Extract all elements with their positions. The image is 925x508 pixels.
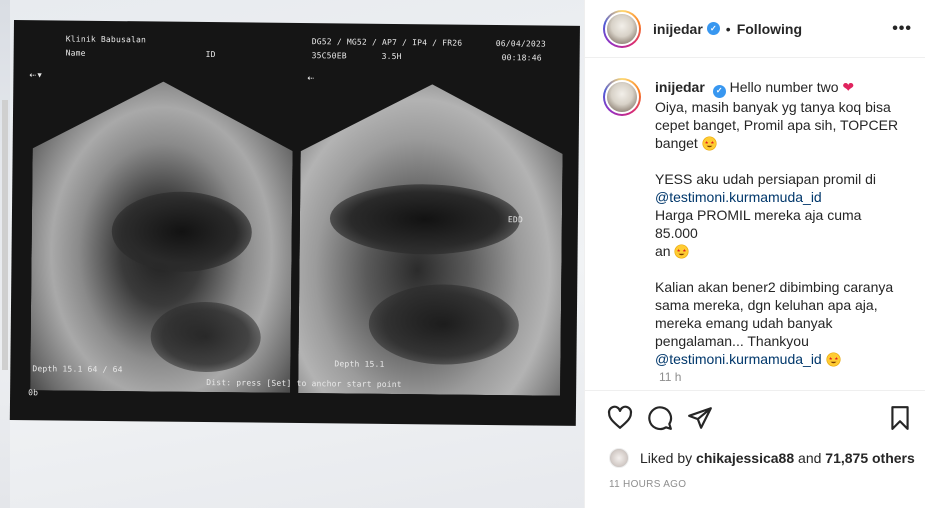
heart-outline-icon[interactable] [607, 405, 633, 431]
overlay-edd: EDD [507, 215, 524, 225]
caption-text: inijedar ✓ Hello number two ❤ Oiya, masi… [655, 78, 905, 368]
caption-line: sama mereka, dgn keluhan apa aja, [655, 296, 878, 313]
caption-line: Kalian akan bener2 dibimbing caranya [655, 278, 894, 295]
star-struck-emoji-icon: ★ ★ [826, 351, 841, 367]
following-button[interactable]: Following [737, 21, 802, 37]
overlay-name-label: Name [65, 48, 86, 58]
overlay-depth-left: Depth 15.1 64 / 64 [32, 364, 123, 375]
arrow-marker-icon: ⇠▾ [29, 68, 44, 82]
overlay-corner: 0b [28, 388, 39, 398]
more-options-icon[interactable]: ••• [892, 20, 912, 38]
star-struck-emoji-icon: ★ ★ [702, 135, 717, 151]
post-header: inijedar ✓ • Following ••• [585, 0, 925, 58]
scan-cavity [150, 301, 261, 372]
mention-link[interactable]: @testimoni.kurmamuda_id [655, 188, 905, 206]
author-username[interactable]: inijedar [653, 21, 703, 37]
dot-separator: • [725, 20, 731, 37]
ultrasound-print: Klinik Babusalan Name ID DG52 / MG52 / A… [9, 20, 580, 426]
liker-username[interactable]: chikajessica88 [696, 450, 794, 466]
liker-avatar[interactable] [609, 448, 629, 468]
paper-edge [2, 100, 8, 370]
paper-plane-icon[interactable] [687, 405, 713, 431]
verified-badge-icon: ✓ [706, 22, 720, 35]
overlay-depth-value: 3.5H [381, 51, 402, 62]
scan-cavity [111, 191, 252, 272]
likes-prefix: Liked by [640, 450, 693, 466]
post-media[interactable]: Klinik Babusalan Name ID DG52 / MG52 / A… [0, 0, 584, 508]
author-avatar[interactable] [603, 9, 641, 48]
ultrasound-scan-left [30, 80, 293, 393]
scan-cavity [330, 183, 521, 255]
overlay-id-label: ID [205, 50, 216, 60]
overlay-time: 00:18:46 [501, 53, 542, 63]
likes-summary: Liked by chikajessica88 and 71,875 other… [609, 448, 915, 468]
overlay-depth-right: Depth 15.1 [334, 359, 385, 369]
verified-badge-icon: ✓ [712, 84, 726, 98]
caption-username[interactable]: inijedar [655, 79, 705, 95]
mention-link[interactable]: @testimoni.kurmamuda_id [655, 351, 822, 367]
overlay-params: DG52 / MG52 / AP7 / IP4 / FR26 [311, 37, 463, 48]
caption-line: YESS aku udah persiapan promil di [655, 170, 877, 187]
caption-avatar[interactable] [603, 78, 641, 116]
scan-cavity [368, 284, 519, 366]
ultrasound-scan-right [298, 83, 563, 396]
bookmark-icon[interactable] [887, 405, 913, 431]
likes-count[interactable]: 71,875 others [825, 450, 915, 466]
arrow-marker-icon: ⇠ [307, 71, 315, 85]
caption-line: Oiya, masih banyak yg tanya koq bisa [655, 98, 891, 115]
action-bar [585, 390, 925, 446]
caption-age[interactable]: 11 h [659, 370, 681, 384]
caption-line: pengalaman... Thankyou [655, 332, 809, 349]
caption-line: Harga PROMIL mereka aja cuma 85.000 [655, 206, 862, 241]
caption: inijedar ✓ Hello number two ❤ Oiya, masi… [603, 78, 913, 368]
caption-line: banget [655, 134, 698, 151]
caption-line: Hello number two [729, 79, 839, 95]
caption-line: cepet banget, Promil apa sih, TOPCER [655, 116, 899, 133]
post-panel: inijedar ✓ • Following ••• inijedar ✓ He… [584, 0, 925, 508]
caption-line: an [655, 242, 671, 259]
overlay-probe: 35C50EB [311, 51, 347, 61]
overlay-clinic: Klinik Babusalan [65, 34, 147, 45]
likes-and: and [798, 450, 822, 466]
post-timestamp[interactable]: 11 HOURS AGO [609, 479, 686, 490]
overlay-date: 06/04/2023 [495, 39, 546, 49]
comment-icon[interactable] [647, 405, 673, 431]
star-struck-emoji-icon: ★ ★ [674, 243, 690, 259]
caption-line: mereka emang udah banyak [655, 314, 833, 331]
red-heart-emoji-icon: ❤ [842, 79, 855, 95]
